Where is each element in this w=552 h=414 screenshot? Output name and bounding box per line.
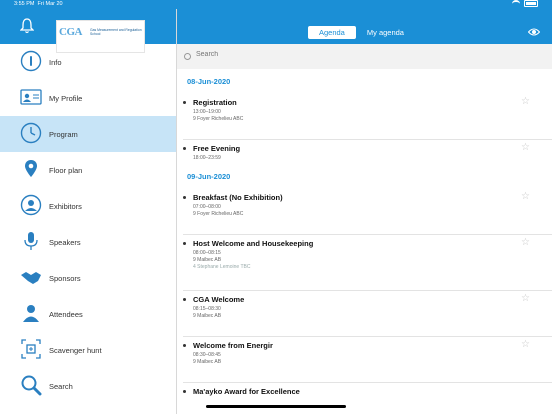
exhibitors-icon (20, 194, 42, 216)
event-title: Registration (193, 98, 237, 107)
search-bar (177, 44, 552, 69)
sidebar-item-label: Exhibitors (49, 201, 82, 211)
sidebar-item-label: Speakers (49, 237, 81, 247)
star-icon[interactable]: ☆ (521, 339, 530, 350)
status-indicators (512, 0, 538, 7)
microphone-icon (20, 230, 42, 252)
event-time: 13:00–19:00 (193, 109, 221, 115)
sidebar-item-label: My Profile (49, 93, 83, 103)
event-location: 9 Foyer Richelieu ABC (193, 211, 244, 217)
event-bullet (183, 101, 186, 104)
handshake-icon (20, 266, 42, 288)
event-title: Ma'ayko Award for Excellence (193, 387, 300, 396)
search-field-icon (184, 53, 191, 60)
event-speaker: 4 Stephane Lemoine TBC (193, 264, 251, 270)
date-header: 08-Jun-2020 (187, 77, 231, 86)
event-location: 9 Maibec AB (193, 313, 222, 319)
search-input[interactable] (194, 50, 538, 59)
sidebar-item-sponsors[interactable]: Sponsors (0, 260, 176, 296)
star-icon[interactable]: ☆ (521, 191, 530, 202)
logo-mark: CGA (59, 26, 82, 38)
date-header: 09-Jun-2020 (187, 172, 231, 181)
sidebar-item-my-profile[interactable]: My Profile (0, 80, 176, 116)
event-time: 07:00–08:00 (193, 204, 221, 210)
tab-my-agenda[interactable]: My agenda (356, 26, 415, 39)
status-time: 3:55 PM Fri Mar 20 (14, 0, 63, 9)
sidebar-item-speakers[interactable]: Speakers (0, 224, 176, 260)
event-row-award[interactable]: Ma'ayko Award for Excellence (183, 383, 552, 403)
event-row-welcome-energir[interactable]: Welcome from Energir 08:30–08:45 9 Maibe… (183, 337, 552, 383)
sidebar-header: CGA Gas Measurement and Regulation Schoo… (0, 9, 176, 53)
event-title: Free Evening (193, 144, 241, 153)
sidebar-item-search[interactable]: Search (0, 368, 176, 404)
sidebar-item-floor-plan[interactable]: Floor plan (0, 152, 176, 188)
status-date-text: Fri Mar 20 (37, 1, 63, 7)
agenda-list: 08-Jun-2020 Registration 13:00–19:00 9 F… (177, 69, 552, 403)
event-location: 9 Maibec AB (193, 257, 222, 263)
profile-icon (20, 86, 42, 108)
event-title: Host Welcome and Housekeeping (193, 239, 314, 248)
event-time: 08:30–08:45 (193, 352, 221, 358)
sidebar-item-attendees[interactable]: Attendees (0, 296, 176, 332)
event-title: Breakfast (No Exhibition) (193, 193, 283, 202)
logo-text: Gas Measurement and Regulation School (90, 28, 142, 36)
info-icon (20, 50, 42, 72)
event-time: 18:00–23:59 (193, 155, 221, 161)
event-bullet (183, 344, 186, 347)
sidebar-item-exhibitors[interactable]: Exhibitors (0, 188, 176, 224)
sidebar-item-program[interactable]: Program (0, 116, 176, 152)
sidebar-item-label: Scavenger hunt (49, 345, 102, 355)
sidebar-item-info[interactable]: Info (0, 44, 176, 80)
event-title: Welcome from Energir (193, 341, 273, 350)
event-bullet (183, 196, 186, 199)
star-icon[interactable]: ☆ (521, 142, 530, 153)
star-icon[interactable]: ☆ (521, 96, 530, 107)
star-icon[interactable]: ☆ (521, 293, 530, 304)
map-pin-icon (20, 158, 42, 180)
event-time: 08:00–08:15 (193, 250, 221, 256)
sidebar-item-label: Info (49, 57, 62, 67)
sidebar-item-label: Program (49, 129, 78, 139)
scavenger-icon (20, 338, 42, 360)
event-bullet (183, 147, 186, 150)
event-row-cga-welcome[interactable]: CGA Welcome 08:15–08:30 9 Maibec AB ☆ (183, 291, 552, 337)
tab-agenda[interactable]: Agenda (308, 26, 356, 39)
agenda-segmented-control: Agenda My agenda (308, 26, 415, 39)
sidebar-item-label: Search (49, 381, 73, 391)
event-row-registration[interactable]: Registration 13:00–19:00 9 Foyer Richeli… (183, 94, 552, 140)
event-bullet (183, 242, 186, 245)
main-panel: Agenda My agenda 08-Jun-2020 Registratio… (177, 9, 552, 414)
event-time: 08:15–08:30 (193, 306, 221, 312)
bell-icon[interactable] (20, 18, 34, 34)
event-location: 9 Maibec AB (193, 359, 222, 365)
status-time-text: 3:55 PM (14, 1, 35, 7)
star-icon[interactable]: ☆ (521, 237, 530, 248)
event-location: 9 Foyer Richelieu ABC (193, 116, 244, 122)
event-title: CGA Welcome (193, 295, 245, 304)
app-screen: 3:55 PM Fri Mar 20 CGA Gas Measurement a… (0, 0, 552, 414)
sidebar: CGA Gas Measurement and Regulation Schoo… (0, 9, 177, 414)
wifi-icon (512, 0, 520, 7)
sidebar-item-label: Attendees (49, 309, 83, 319)
event-row-host-welcome[interactable]: Host Welcome and Housekeeping 08:00–08:1… (183, 235, 552, 291)
battery-icon (524, 0, 538, 7)
search-icon (20, 374, 42, 396)
home-indicator (206, 405, 346, 408)
top-bar: Agenda My agenda (177, 9, 552, 44)
event-bullet (183, 298, 186, 301)
sidebar-item-label: Sponsors (49, 273, 81, 283)
people-icon (20, 302, 42, 324)
event-bullet (183, 390, 186, 393)
status-bar: 3:55 PM Fri Mar 20 (0, 0, 552, 9)
sidebar-item-scavenger-hunt[interactable]: Scavenger hunt (0, 332, 176, 368)
clock-icon (20, 122, 42, 144)
eye-icon[interactable] (528, 27, 540, 37)
sidebar-item-label: Floor plan (49, 165, 83, 175)
event-row-breakfast[interactable]: Breakfast (No Exhibition) 07:00–08:00 9 … (183, 189, 552, 235)
event-row-free-evening[interactable]: Free Evening 18:00–23:59 ☆ (183, 140, 552, 164)
